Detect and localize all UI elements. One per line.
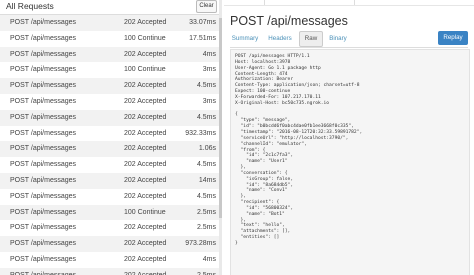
request-path: POST /api/messages	[10, 19, 77, 26]
table-row[interactable]: POST /api/messages 202 Accepted 973.28ms	[0, 236, 219, 252]
table-row[interactable]: POST /api/messages 202 Accepted 932.33ms	[0, 125, 219, 142]
request-duration: 1.06s	[198, 145, 216, 153]
request-path: POST /api/messages	[10, 34, 77, 42]
request-duration: 17.51ms	[189, 34, 216, 42]
tab-headers[interactable]: Headers	[264, 31, 296, 46]
request-duration: 4.5ms	[196, 192, 216, 200]
request-duration: 932.33ms	[185, 129, 216, 137]
divider-tick	[264, 0, 265, 5]
clear-button[interactable]: Clear	[196, 0, 217, 13]
request-status: 202 Accepted	[124, 97, 167, 105]
table-row[interactable]: POST /api/messages 202 Accepted 4.5ms	[0, 188, 219, 205]
request-status: 202 Accepted	[124, 113, 167, 121]
requests-scrollbar-thumb[interactable]	[219, 18, 222, 218]
request-duration: 3ms	[202, 66, 216, 74]
requests-title: All Requests	[6, 1, 54, 11]
divider-tick	[354, 0, 355, 5]
request-path: POST /api/messages	[10, 82, 77, 90]
request-duration: 3ms	[202, 97, 216, 105]
requests-table: POST /api/messages 202 Accepted 33.07ms POS…	[0, 15, 219, 275]
request-path: POST /api/messages	[10, 97, 77, 105]
request-status: 100 Continue	[124, 34, 166, 42]
request-status: 202 Accepted	[124, 224, 167, 232]
tab-raw[interactable]: Raw	[299, 31, 323, 47]
request-duration: 4.5ms	[196, 82, 216, 90]
request-path: POST /api/messages	[10, 66, 77, 74]
request-duration: 2.5ms	[196, 224, 216, 232]
request-detail-panel: POST /api/messages Summary Headers Raw B…	[224, 0, 474, 275]
request-path: POST /api/messages	[10, 113, 77, 121]
request-status: 100 Continue	[124, 66, 166, 74]
requests-panel: All Requests Clear POST /api/messages 202…	[0, 0, 219, 275]
request-status: 100 Continue	[124, 208, 166, 216]
request-status: 202 Accepted	[124, 145, 167, 153]
replay-button[interactable]: Replay	[438, 31, 468, 45]
request-status: 202 Accepted	[124, 50, 167, 58]
table-row[interactable]: POST /api/messages 202 Accepted 4.5ms	[0, 157, 219, 173]
request-status: 202 Accepted	[124, 161, 167, 169]
request-status: 202 Accepted	[124, 82, 167, 90]
request-path: POST /api/messages	[10, 208, 77, 216]
table-row[interactable]: POST /api/messages 202 Accepted 4ms	[0, 46, 219, 63]
request-path: POST /api/messages	[10, 50, 77, 58]
request-status: 202 Accepted	[124, 129, 167, 137]
request-path: POST /api/messages	[10, 224, 77, 232]
requests-header: All Requests Clear	[0, 0, 219, 15]
table-row[interactable]: POST /api/messages 202 Accepted 3ms	[0, 93, 219, 110]
raw-content-box: POST /api/messages HTTP/1.1 Host: localh…	[230, 49, 470, 275]
request-duration: 4ms	[202, 255, 216, 263]
detail-title: POST /api/messages	[230, 14, 348, 28]
table-row[interactable]: POST /api/messages 202 Accepted 1.06s	[0, 141, 219, 158]
request-path: POST /api/messages	[10, 145, 77, 153]
request-path: POST /api/messages	[10, 192, 77, 200]
request-status: 202 Accepted	[124, 240, 167, 248]
table-row[interactable]: POST /api/messages 202 Accepted 33.07ms	[0, 15, 219, 31]
request-duration: 973.28ms	[185, 240, 216, 248]
table-row[interactable]: POST /api/messages 202 Accepted 14ms	[0, 172, 219, 189]
request-duration: 14ms	[198, 176, 216, 184]
table-row[interactable]: POST /api/messages 202 Accepted 4.5ms	[0, 78, 219, 94]
request-path: POST /api/messages	[10, 240, 77, 248]
table-row[interactable]: POST /api/messages 202 Accepted 2.5ms	[0, 220, 219, 237]
request-path: POST /api/messages	[10, 129, 77, 137]
request-status: 202 Accepted	[124, 192, 167, 200]
request-duration: 4ms	[202, 50, 216, 58]
tabs-divider	[230, 47, 468, 48]
request-duration: 2.5ms	[196, 208, 216, 216]
tab-binary[interactable]: Binary	[325, 31, 351, 46]
table-row[interactable]: POST /api/messages 100 Continue 2.5ms	[0, 204, 219, 221]
request-status: 202 Accepted	[124, 255, 167, 263]
request-duration: 4.5ms	[196, 161, 216, 169]
table-row[interactable]: POST /api/messages 100 Continue 3ms	[0, 62, 219, 79]
request-duration: 33.07ms	[189, 19, 216, 26]
table-row[interactable]: POST /api/messages 100 Continue 17.51ms	[0, 30, 219, 47]
request-status: 202 Accepted	[124, 19, 167, 26]
tab-summary[interactable]: Summary	[230, 31, 260, 46]
request-path: POST /api/messages	[10, 161, 77, 169]
table-row[interactable]: POST /api/messages 202 Accepted 4ms	[0, 251, 219, 268]
request-duration: 4.5ms	[196, 113, 216, 121]
top-divider	[224, 0, 474, 6]
table-row[interactable]: POST /api/messages 202 Accepted 4.5ms	[0, 109, 219, 126]
request-path: POST /api/messages	[10, 176, 77, 184]
raw-request-text: POST /api/messages HTTP/1.1 Host: localh…	[235, 54, 363, 246]
request-path: POST /api/messages	[10, 255, 77, 263]
request-status: 202 Accepted	[124, 176, 167, 184]
table-row[interactable]: POST /api/messages202 Accepted2.5ms	[0, 267, 219, 275]
